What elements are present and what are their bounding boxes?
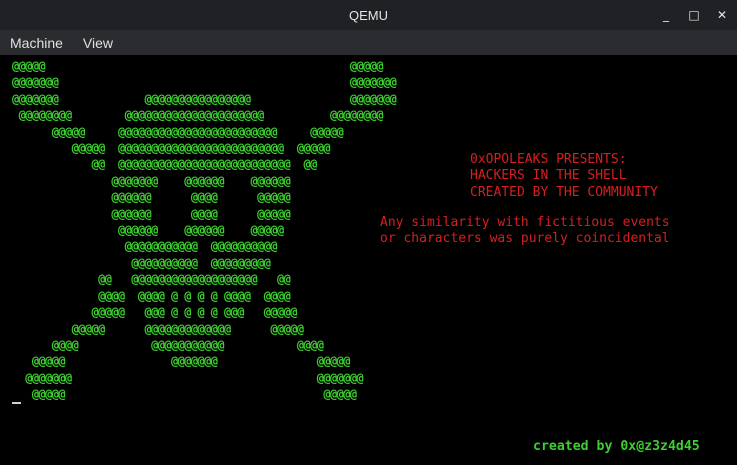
skull-ascii-art: @@@@@ @@@@@ @@@@@@@ @@@@@@@ @@@@@@@ @@@@… xyxy=(12,59,397,402)
window-controls: _ □ ✕ xyxy=(659,0,729,30)
close-icon[interactable]: ✕ xyxy=(715,8,729,22)
window-title: QEMU xyxy=(349,7,388,23)
qemu-window: QEMU _ □ ✕ Machine View @@@@@ @@@@@ @@@@… xyxy=(0,0,737,465)
title-bar[interactable]: QEMU _ □ ✕ xyxy=(0,0,737,31)
maximize-icon[interactable]: □ xyxy=(687,8,701,22)
menu-view[interactable]: View xyxy=(73,35,123,51)
disclaimer-message: Any similarity with fictitious events or… xyxy=(380,215,670,247)
author-credit: created by 0x@z3z4d45 xyxy=(533,439,700,454)
text-cursor xyxy=(12,402,21,404)
vm-console-screen[interactable]: @@@@@ @@@@@ @@@@@@@ @@@@@@@ @@@@@@@ @@@@… xyxy=(0,55,737,465)
presents-message: 0xOPOLEAKS PRESENTS: HACKERS IN THE SHEL… xyxy=(470,152,658,200)
menu-bar: Machine View xyxy=(0,30,737,55)
minimize-icon[interactable]: _ xyxy=(659,8,673,22)
menu-machine[interactable]: Machine xyxy=(0,35,73,51)
